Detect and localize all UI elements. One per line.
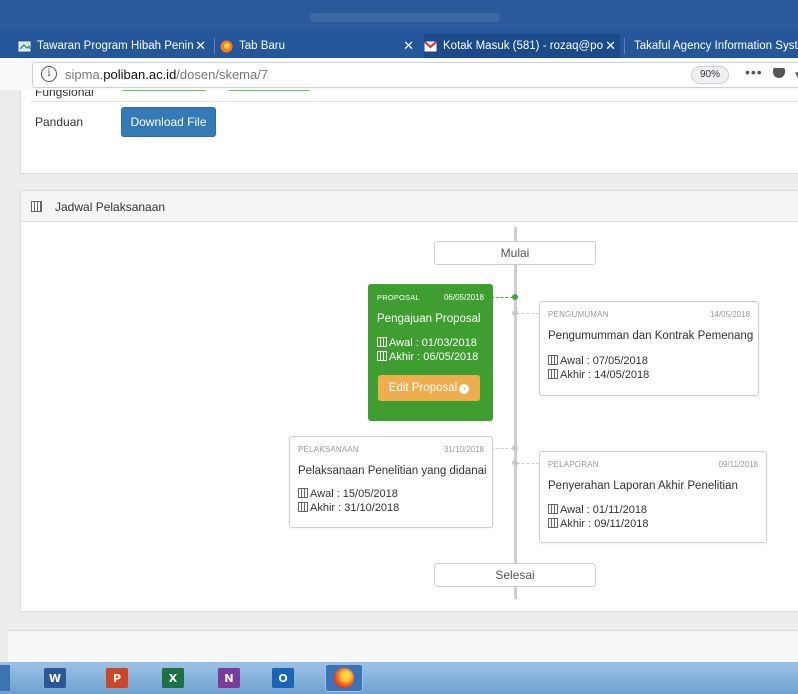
tab-separator: [214, 38, 215, 54]
tab-label: Takaful Agency Information Syste: [634, 40, 798, 52]
tab-label: Tab Baru: [239, 40, 286, 52]
arrow-right-icon: ›: [459, 384, 470, 394]
gmail-icon: [424, 40, 437, 53]
close-icon[interactable]: ✕: [403, 38, 414, 54]
card-end-date: Akhir : 31/10/2018: [298, 502, 399, 514]
page-actions-icon[interactable]: •••: [745, 64, 763, 80]
timeline-dot: [512, 460, 518, 466]
excel-icon[interactable]: X: [162, 667, 184, 689]
card-date: 31/10/2018: [443, 445, 484, 454]
card-category: PELAKSANAAN: [298, 445, 359, 454]
card-category: PENGUMUMAN: [548, 310, 609, 319]
windows-taskbar: W P X N O: [0, 662, 798, 694]
fungsional-label: Fungsional: [35, 90, 94, 99]
url-text[interactable]: sipma.poliban.ac.id/dosen/skema/7: [65, 67, 268, 82]
card-end-date: Akhir : 09/11/2018: [548, 518, 648, 530]
outlook-icon[interactable]: O: [272, 667, 294, 689]
jadwal-panel: Jadwal Pelaksanaan Mulai Selesai PROPOSA…: [20, 190, 798, 612]
timeline-dot: [512, 310, 518, 316]
card-title: Penyerahan Laporan Akhir Penelitian: [548, 480, 738, 492]
doc-icon: [18, 40, 31, 53]
zoom-indicator[interactable]: 90%: [691, 66, 729, 84]
timeline-start: Mulai: [434, 241, 596, 265]
app-tile: X: [162, 668, 184, 688]
tab-baru[interactable]: Tab Baru ✕: [220, 34, 418, 58]
timeline-dot: [512, 294, 518, 300]
card-title: Pelaksanaan Penelitian yang didanai: [298, 465, 487, 477]
powerpoint-icon[interactable]: P: [106, 667, 128, 689]
connector-line: [517, 463, 539, 464]
info-icon[interactable]: i: [41, 66, 57, 82]
timeline-card-pelaksanaan: PELAKSANAAN 31/10/2018 Pelaksanaan Penel…: [289, 436, 493, 528]
jadwal-title: Jadwal Pelaksanaan: [55, 200, 166, 214]
timeline-card-pelaporan: PELAPORAN 09/11/2018 Penyerahan Laporan …: [539, 451, 767, 543]
connector-line: [517, 313, 539, 314]
calendar-icon: [31, 201, 42, 212]
calendar-icon: [548, 355, 558, 365]
page-content: Fungsional Panduan Download File Jadwal …: [0, 90, 798, 662]
app-tile: W: [44, 668, 66, 688]
firefox-icon: [220, 40, 233, 53]
card-date: 06/05/2018: [443, 293, 484, 302]
calendar-icon: [548, 518, 558, 528]
calendar-icon: [377, 351, 387, 361]
tab-kotak-masuk[interactable]: Kotak Masuk (581) - rozaq@po ✕: [424, 34, 620, 58]
panduan-label: Panduan: [35, 115, 84, 129]
card-end-date: Akhir : 06/05/2018: [377, 351, 478, 363]
green-button-partial[interactable]: [121, 90, 207, 91]
card-end-date: Akhir : 14/05/2018: [548, 369, 649, 381]
card-start-date: Awal : 01/03/2018: [377, 337, 477, 349]
onenote-icon[interactable]: N: [218, 667, 240, 689]
card-start-date: Awal : 15/05/2018: [298, 488, 398, 500]
app-tile: O: [272, 668, 294, 688]
calendar-icon: [548, 504, 558, 514]
download-file-button[interactable]: Download File: [121, 107, 216, 137]
timeline-card-pengumuman: PENGUMUMAN 14/05/2018 Pengumumman dan Ko…: [539, 301, 759, 396]
green-button-partial[interactable]: [227, 90, 311, 91]
card-title: Pengumumman dan Kontrak Pemenang: [548, 330, 754, 342]
start-button-edge[interactable]: [0, 665, 10, 691]
card-title: Pengajuan Proposal: [377, 313, 481, 325]
card-start-date: Awal : 01/11/2018: [548, 504, 647, 516]
card-category: PELAPORAN: [548, 460, 599, 469]
timeline-dot: [512, 445, 518, 451]
firefox-icon: [334, 668, 354, 688]
app-tile: P: [106, 668, 128, 688]
connector-line: [491, 448, 513, 449]
timeline-end: Selesai: [434, 563, 596, 587]
pocket-icon[interactable]: [773, 68, 785, 78]
calendar-icon: [548, 369, 558, 379]
tab-hibah[interactable]: Tawaran Program Hibah Penin ✕: [18, 34, 210, 58]
window-title-blur: [310, 13, 500, 22]
tab-separator: [624, 38, 625, 54]
card-category: PROPOSAL: [377, 293, 420, 302]
url-bar[interactable]: i sipma.poliban.ac.id/dosen/skema/7 90% …: [32, 62, 798, 88]
tab-takaful[interactable]: Takaful Agency Information Syste: [634, 34, 798, 58]
card-date: 09/11/2018: [718, 460, 758, 469]
navigation-bar: i sipma.poliban.ac.id/dosen/skema/7 90% …: [0, 58, 798, 91]
timeline-card-proposal: PROPOSAL 06/05/2018 Pengajuan Proposal A…: [368, 284, 493, 421]
app-tile: N: [218, 668, 240, 688]
card-start-date: Awal : 07/05/2018: [548, 355, 648, 367]
firefox-taskbar-icon[interactable]: [325, 664, 363, 692]
close-icon[interactable]: ✕: [195, 38, 206, 54]
timeline-axis: [514, 227, 517, 599]
page-footer: [8, 630, 798, 662]
jadwal-header: Jadwal Pelaksanaan: [21, 191, 798, 222]
tab-strip: Tawaran Program Hibah Penin ✕ Tab Baru ✕…: [0, 30, 798, 58]
word-icon[interactable]: W: [44, 667, 66, 689]
tab-label: Kotak Masuk (581) - rozaq@po: [443, 40, 603, 52]
calendar-icon: [298, 502, 308, 512]
skema-info-panel: Fungsional Panduan Download File: [20, 90, 798, 174]
calendar-icon: [298, 488, 308, 498]
card-date: 14/05/2018: [709, 310, 750, 319]
close-icon[interactable]: ✕: [605, 38, 616, 54]
connector-line: [491, 297, 513, 298]
calendar-icon: [377, 337, 387, 347]
row-divider: [31, 101, 798, 102]
tab-label: Tawaran Program Hibah Penin: [37, 40, 194, 52]
edit-proposal-button[interactable]: Edit Proposal ›: [378, 375, 480, 401]
window-titlebar: [0, 0, 798, 30]
